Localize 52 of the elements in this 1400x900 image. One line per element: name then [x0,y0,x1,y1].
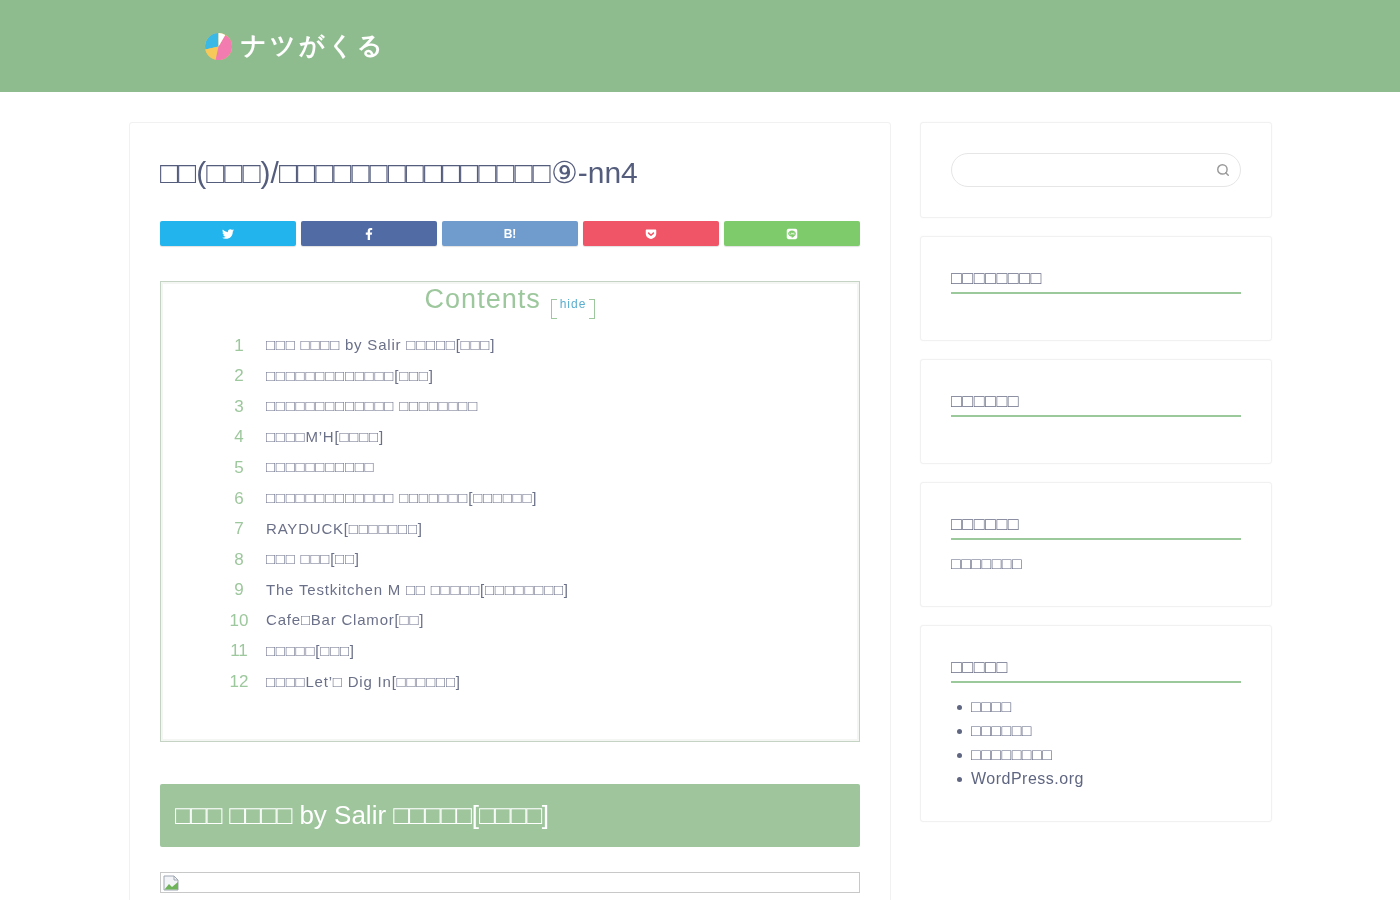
toc-number: 3 [233,395,245,418]
article-title: □□(□□□)/□□□□□□□□□□□□□□□⑨-nn4 [160,155,639,191]
widget-title: □□□□□□ [951,391,1020,411]
bullet-icon [957,776,962,782]
toc-number: 2 [233,365,245,388]
widget-title: □□□□□ [951,657,1008,677]
toc-number: 4 [233,426,245,449]
toc-link[interactable]: □□□□□[□□□] [266,640,355,663]
bullet-icon [957,728,962,734]
chat-bubble-icon [786,227,798,240]
toc-link[interactable]: The Testkitchen M □□ □□□□□[□□□□□□□□] [266,578,569,602]
widget-link[interactable]: WordPress.org [971,767,1084,791]
toc-number: 1 [233,334,245,357]
toc-link[interactable]: □□□□□□□□□□□ [266,456,375,479]
toc-number: 5 [233,456,245,479]
widget-link[interactable]: □□□□□□□□ [971,743,1053,767]
share-button[interactable] [583,221,719,246]
widget-title: □□□□□□ [951,514,1020,534]
toc-link[interactable]: □□□ □□□[□□] [266,548,360,571]
toc-link[interactable]: □□□□□□□□□□□□□ □□□□□□□[□□□□□□] [266,487,538,510]
toc-number: 12 [228,671,250,694]
toc-link[interactable]: □□□□□□□□□□□□□ □□□□□□□□ [266,395,479,418]
bird-icon [222,227,234,240]
widget-link[interactable]: □□□□□□□ [951,552,1023,576]
toc-link[interactable]: □□□ □□□□ by Salir □□□□□[□□□] [266,334,496,357]
bullet-icon [957,752,962,758]
letter-f-icon [363,227,375,240]
contents-title: Contents [424,283,541,316]
share-button[interactable] [301,221,437,246]
toc-number: 6 [233,487,245,510]
search-icon[interactable] [1216,163,1230,177]
beach-ball-icon [204,31,233,61]
toc-link[interactable]: □□□□Let’□ Dig In[□□□□□□] [266,670,461,694]
toc-link[interactable]: RAYDUCK[□□□□□□□] [266,517,423,541]
toc-link[interactable]: □□□□□□□□□□□□□[□□□] [266,364,434,388]
share-button[interactable] [160,221,296,246]
toc-number: 10 [228,609,250,632]
broken-image-icon [163,874,179,891]
share-button[interactable] [724,221,860,246]
pocket-icon [645,227,657,240]
toc-number: 9 [233,579,245,602]
toc-link[interactable]: Cafe□Bar Clamor[□□] [266,609,425,632]
widget-link[interactable]: □□□□ [971,695,1012,719]
section-heading: □□□ □□□□ by Salir □□□□□[□□□□] [160,784,860,848]
widget-link[interactable]: □□□□□□ [971,719,1032,743]
widget-title: □□□□□□□□ [951,268,1042,288]
toc-number: 11 [229,640,249,663]
toc-link[interactable]: □□□□M’H[□□□□] [266,425,384,449]
toc-number: 7 [233,518,245,541]
share-button[interactable]: B! [442,221,578,246]
toc-number: 8 [233,548,245,571]
bullet-icon [957,704,962,710]
